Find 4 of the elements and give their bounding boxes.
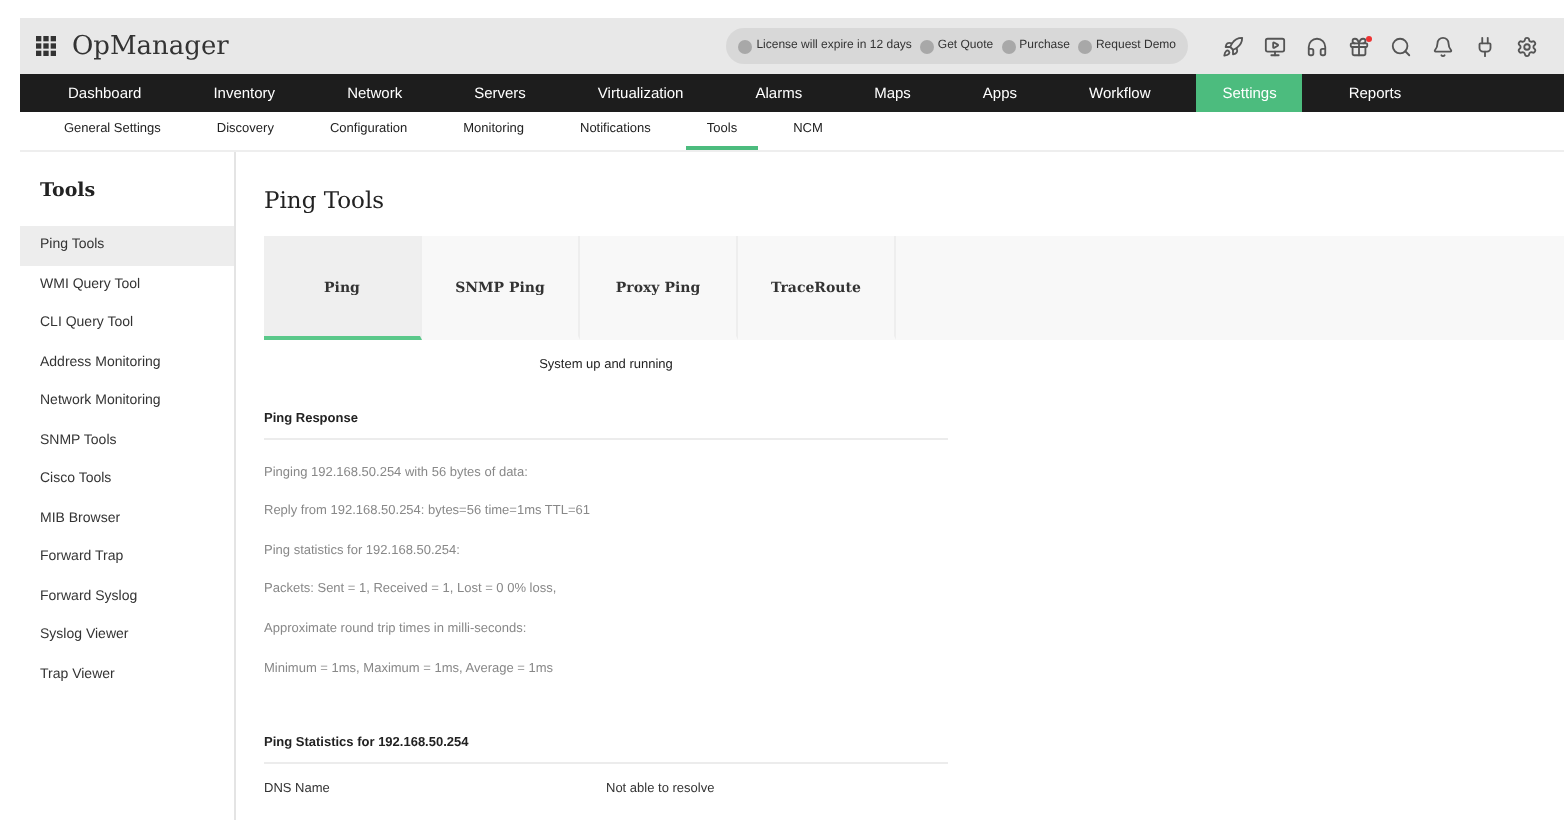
app-title: OpManager (72, 31, 229, 61)
page-title: Ping Tools (264, 186, 387, 214)
sidebar-title: Tools (38, 180, 98, 202)
grid-menu-icon[interactable] (36, 36, 56, 56)
